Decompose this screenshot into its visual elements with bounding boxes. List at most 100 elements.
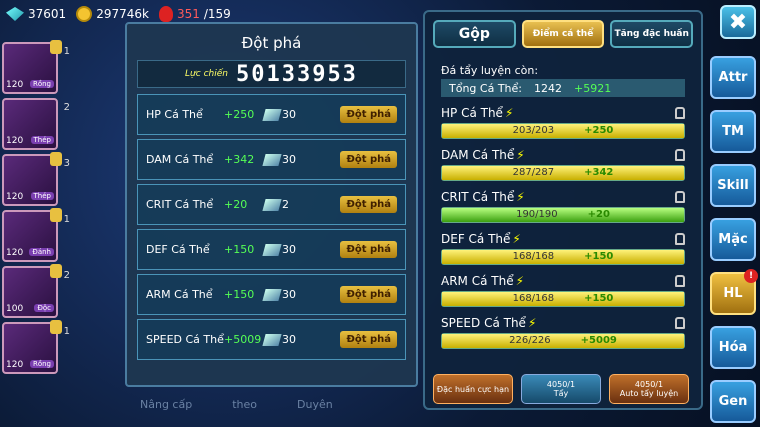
- cost-value: 30: [282, 288, 296, 301]
- stamina-current: 351: [176, 7, 200, 21]
- stat-value: 226/226: [509, 335, 551, 346]
- stat-name: DAM Cá Thể: [146, 153, 214, 166]
- side-gen-button[interactable]: Gen: [710, 380, 756, 423]
- stat-name: ARM Cá Thể: [146, 288, 213, 301]
- tab-merge[interactable]: Gộp: [433, 20, 516, 48]
- stat-bar: 287/287 +342: [441, 165, 685, 181]
- hero-index: 2: [63, 270, 70, 281]
- gold-counter: 297746k: [76, 6, 149, 22]
- tab-individual-points[interactable]: Điểm cá thể: [521, 20, 605, 48]
- breakthrough-button[interactable]: Đột phá: [340, 241, 397, 258]
- lock-icon[interactable]: [675, 317, 685, 329]
- hero-tag: Rồng: [29, 360, 54, 368]
- nav-upgrade[interactable]: Nâng cấp: [140, 398, 192, 411]
- remain-label: Đá tẩy luyện còn:: [441, 64, 539, 77]
- hero-slot[interactable]: 120 Rồng 1: [2, 320, 70, 374]
- stat-row: ARM Cá Thể ⚡ 168/168 +150: [441, 273, 685, 307]
- stat-head: ARM Cá Thể ⚡: [441, 273, 685, 289]
- stat-name: DEF Cá Thể: [146, 243, 210, 256]
- material-cost: 30: [262, 243, 324, 256]
- stat-bonus: +150: [224, 243, 255, 256]
- hero-level: 120: [6, 360, 24, 370]
- hero-slot[interactable]: 120 Thép 2: [2, 98, 70, 150]
- breakthrough-row: DAM Cá Thể +342 30 Đột phá: [137, 139, 406, 180]
- side-transform-button[interactable]: Hóa: [710, 326, 756, 369]
- lock-icon[interactable]: [675, 233, 685, 245]
- stat-bonus: +5009: [580, 335, 617, 346]
- gold-value: 297746k: [96, 7, 149, 21]
- breakthrough-button[interactable]: Đột phá: [340, 151, 397, 168]
- stat-bar: 226/226 +5009: [441, 333, 685, 349]
- nav-follow[interactable]: theo: [232, 398, 257, 411]
- tab-special-training[interactable]: Tăng đặc huấn: [610, 20, 694, 48]
- stat-value: 203/203: [512, 125, 555, 136]
- auto-refine-button[interactable]: 4050/1 Auto tẩy luyện: [609, 374, 689, 404]
- stat-name: CRIT Cá Thể: [441, 190, 515, 204]
- side-hl-button[interactable]: HL!: [710, 269, 758, 315]
- cost-value: 30: [282, 108, 296, 121]
- stats-panel: Gộp Điểm cá thể Tăng đặc huấn Đá tẩy luy…: [423, 10, 703, 410]
- lock-icon[interactable]: [675, 191, 685, 203]
- stat-bonus: +150: [224, 288, 255, 301]
- hero-level: 120: [6, 192, 24, 202]
- cost-value: 30: [282, 243, 296, 256]
- breakthrough-button[interactable]: Đột phá: [340, 331, 397, 348]
- refine-button[interactable]: 4050/1 Tẩy: [521, 374, 601, 404]
- hero-slot[interactable]: 100 Độc 2: [2, 264, 70, 318]
- material-cost: 30: [262, 153, 324, 166]
- stat-bonus: +5009: [224, 333, 262, 346]
- stat-name: HP Cá Thể: [441, 106, 503, 120]
- nav-bond[interactable]: Duyên: [297, 398, 333, 411]
- hero-index: 1: [63, 46, 70, 57]
- stamina-max: /159: [203, 7, 231, 21]
- breakthrough-row: DEF Cá Thể +150 30 Đột phá: [137, 229, 406, 270]
- stat-value: 168/168: [512, 251, 555, 262]
- hero-tag: Thép: [30, 192, 54, 200]
- lightning-icon: ⚡: [527, 316, 537, 330]
- side-wear-button[interactable]: Mặc: [710, 218, 756, 261]
- stamina-counter: 351/159: [158, 6, 231, 22]
- lightning-icon: ⚡: [515, 274, 525, 288]
- stat-name: DAM Cá Thể: [441, 148, 515, 162]
- bottom-nav: Nâng cấp theo Duyên: [140, 398, 333, 411]
- stat-name: SPEED Cá Thể: [441, 316, 526, 330]
- hero-slot[interactable]: 120 Thép 3: [2, 152, 70, 206]
- stat-list: HP Cá Thể ⚡ 203/203 +250 DAM Cá Thể ⚡ 287/287 +…: [425, 105, 701, 349]
- close-button[interactable]: ✖: [720, 5, 756, 39]
- lock-icon[interactable]: [675, 149, 685, 161]
- hero-tag: Rồng: [29, 80, 54, 88]
- stat-row: SPEED Cá Thể ⚡ 226/226 +5009: [441, 315, 685, 349]
- crystal-icon: [262, 333, 282, 346]
- stat-bonus: +342: [224, 153, 255, 166]
- breakthrough-button[interactable]: Đột phá: [340, 286, 397, 303]
- hero-slot[interactable]: 120 Đánh 1: [2, 208, 70, 262]
- button-count: 4050/1: [634, 380, 664, 389]
- side-menu: Attr TM Skill Mặc HL! Hóa Gen: [710, 56, 758, 423]
- hero-index: 2: [63, 102, 70, 113]
- stat-bonus: +20: [587, 209, 610, 220]
- stat-row: HP Cá Thể ⚡ 203/203 +250: [441, 105, 685, 139]
- stat-row: DEF Cá Thể ⚡ 168/168 +150: [441, 231, 685, 265]
- side-skill-button[interactable]: Skill: [710, 164, 756, 207]
- lightning-icon: ⚡: [504, 106, 514, 120]
- total-bonus: +5921: [573, 81, 612, 95]
- stat-bar-text: 168/168 +150: [442, 293, 684, 304]
- crystal-icon: [262, 108, 282, 121]
- side-tm-button[interactable]: TM: [710, 110, 756, 153]
- hero-slot[interactable]: 120 Rồng 1: [2, 40, 70, 94]
- lock-icon[interactable]: [675, 107, 685, 119]
- lock-icon[interactable]: [675, 275, 685, 287]
- stat-bar: 168/168 +150: [441, 249, 685, 265]
- stat-bonus: +250: [224, 108, 255, 121]
- breakthrough-button[interactable]: Đột phá: [340, 196, 397, 213]
- breakthrough-button[interactable]: Đột phá: [340, 106, 397, 123]
- extreme-training-button[interactable]: Đặc huấn cực hạn: [433, 374, 513, 404]
- button-label: Đặc huấn cực hạn: [436, 384, 510, 394]
- breakthrough-row: HP Cá Thể +250 30 Đột phá: [137, 94, 406, 135]
- side-attr-button[interactable]: Attr: [710, 56, 756, 99]
- total-row: Tổng Cá Thể: 1242 +5921: [441, 79, 685, 97]
- stat-bonus: +20: [224, 198, 248, 211]
- action-buttons: Đặc huấn cực hạn 4050/1 Tẩy 4050/1 Auto tẩ…: [433, 374, 689, 404]
- breakthrough-row: SPEED Cá Thể +5009 30 Đột phá: [137, 319, 406, 360]
- lock-icon: [50, 40, 62, 54]
